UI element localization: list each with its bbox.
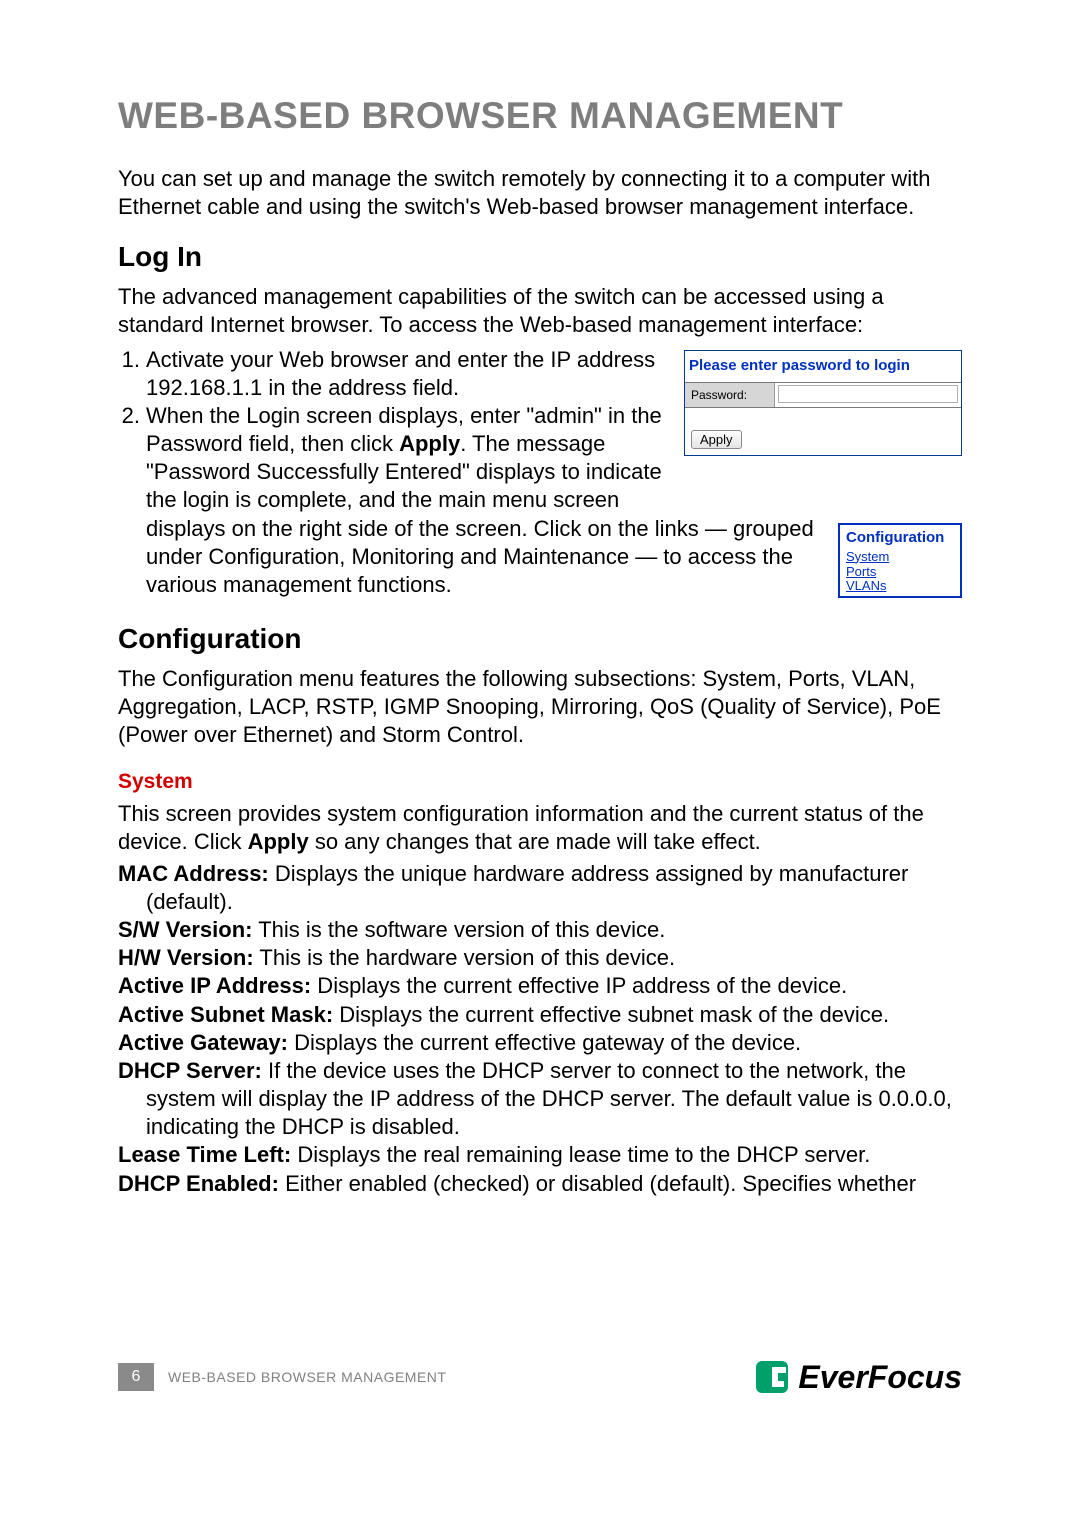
everfocus-icon (752, 1357, 792, 1397)
login-screenshot-box: Please enter password to login Password:… (684, 350, 962, 456)
step-1-text: Activate your Web browser and enter the … (146, 346, 676, 402)
sm-label: Active Subnet Mask: (118, 1002, 333, 1027)
step-number-2: 2. (118, 402, 146, 515)
password-label: Password: (685, 383, 775, 407)
hw-label: H/W Version: (118, 945, 254, 970)
lease-time-def: Lease Time Left: Displays the real remai… (118, 1141, 962, 1169)
password-input[interactable] (778, 385, 958, 403)
page-footer: 6 WEB-BASED BROWSER MANAGEMENT EverFocus (118, 1357, 962, 1397)
dhcp-enabled-def: DHCP Enabled: Either enabled (checked) o… (118, 1170, 962, 1198)
subnet-mask-def: Active Subnet Mask: Displays the current… (118, 1001, 962, 1029)
system-paragraph: This screen provides system configuratio… (118, 800, 962, 856)
sw-version-def: S/W Version: This is the software versio… (118, 916, 962, 944)
page-title: WEB-BASED BROWSER MANAGEMENT (118, 95, 962, 137)
brand-logo: EverFocus (752, 1357, 962, 1397)
gw-text: Displays the current effective gateway o… (288, 1030, 801, 1055)
de-label: DHCP Enabled: (118, 1171, 279, 1196)
ip-text: Displays the current effective IP addres… (311, 973, 847, 998)
menu-link-ports[interactable]: Ports (846, 565, 954, 580)
login-box-header: Please enter password to login (685, 351, 961, 382)
mac-label: MAC Address: (118, 861, 269, 886)
footer-left: 6 WEB-BASED BROWSER MANAGEMENT (118, 1363, 446, 1391)
lt-label: Lease Time Left: (118, 1142, 291, 1167)
step-number-1: 1. (118, 346, 146, 402)
system-subheading: System (118, 770, 962, 794)
menu-link-system[interactable]: System (846, 550, 954, 565)
apply-button[interactable]: Apply (691, 430, 742, 449)
sw-label: S/W Version: (118, 917, 252, 942)
list-item: 2. When the Login screen displays, enter… (118, 402, 676, 515)
lt-text: Displays the real remaining lease time t… (291, 1142, 870, 1167)
ip-label: Active IP Address: (118, 973, 311, 998)
menu-link-vlans[interactable]: VLANs (846, 579, 954, 594)
config-menu-box: Configuration System Ports VLANs (838, 523, 962, 599)
mac-text2: (default). (118, 888, 962, 916)
hw-version-def: H/W Version: This is the hardware versio… (118, 944, 962, 972)
de-text: Either enabled (checked) or disabled (de… (279, 1171, 916, 1196)
gateway-def: Active Gateway: Displays the current eff… (118, 1029, 962, 1057)
hw-text: This is the hardware version of this dev… (254, 945, 675, 970)
gw-label: Active Gateway: (118, 1030, 288, 1055)
ds-text: If the device uses the DHCP server to co… (262, 1058, 906, 1083)
config-menu-heading: Configuration (846, 529, 954, 546)
step2-apply-bold: Apply (399, 431, 460, 456)
configuration-intro: The Configuration menu features the foll… (118, 665, 962, 749)
page-number: 6 (118, 1363, 154, 1391)
dhcp-server-def: DHCP Server: If the device uses the DHCP… (118, 1057, 962, 1141)
mac-address-def: MAC Address: Displays the unique hardwar… (118, 860, 962, 916)
list-item: 1. Activate your Web browser and enter t… (118, 346, 676, 402)
sw-text: This is the software version of this dev… (252, 917, 665, 942)
step-2-text: When the Login screen displays, enter "a… (146, 402, 676, 515)
step-2-continuation: displays on the right side of the screen… (118, 515, 962, 599)
ds-text2: system will display the IP address of th… (118, 1085, 962, 1141)
ds-label: DHCP Server: (118, 1058, 262, 1083)
sm-text: Displays the current effective subnet ma… (333, 1002, 889, 1027)
footer-title: WEB-BASED BROWSER MANAGEMENT (168, 1369, 446, 1385)
mac-text: Displays the unique hardware address ass… (269, 861, 909, 886)
login-heading: Log In (118, 241, 962, 273)
sys-p-c: so any changes that are made will take e… (309, 829, 761, 854)
password-row: Password: (685, 382, 961, 408)
intro-paragraph: You can set up and manage the switch rem… (118, 165, 962, 221)
brand-name: EverFocus (798, 1359, 962, 1396)
login-intro: The advanced management capabilities of … (118, 283, 962, 339)
configuration-heading: Configuration (118, 623, 962, 655)
apply-row: Apply (685, 408, 961, 455)
ip-address-def: Active IP Address: Displays the current … (118, 972, 962, 1000)
sys-apply-bold: Apply (248, 829, 309, 854)
password-input-cell (775, 383, 961, 407)
